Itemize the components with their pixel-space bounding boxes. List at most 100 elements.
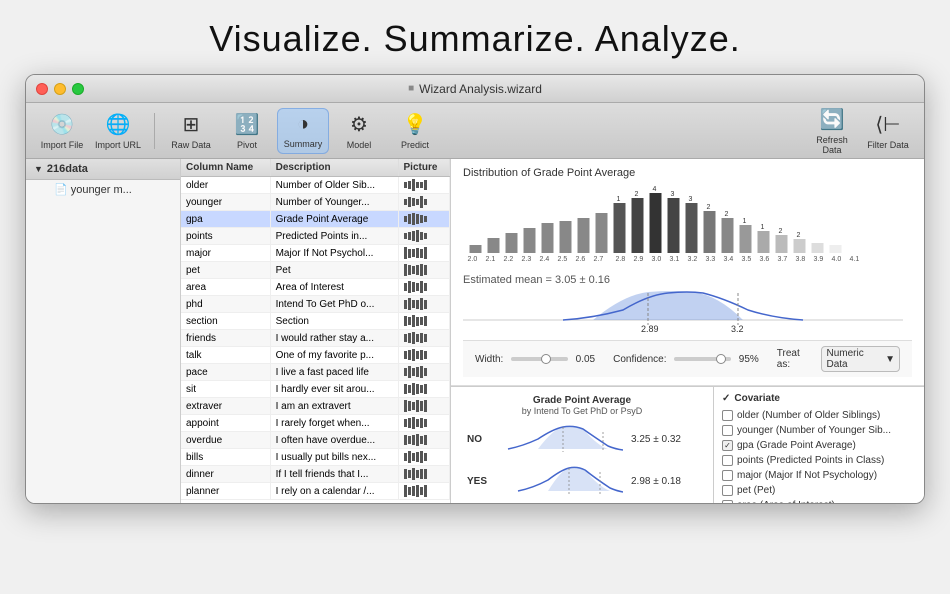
minimize-button[interactable] (54, 83, 66, 95)
sidebar-title[interactable]: 216data (47, 163, 88, 175)
table-row[interactable]: phdIntend To Get PhD o... (181, 296, 450, 313)
width-value: 0.05 (576, 354, 595, 365)
col-desc-cell: Predicted Points in... (270, 228, 398, 245)
table-row[interactable]: sectionSection (181, 313, 450, 330)
table-row[interactable]: talkOne of my favorite p... (181, 347, 450, 364)
window-title: ■ Wizard Analysis.wizard (408, 82, 542, 96)
refresh-button[interactable]: 🔄 Refresh Data (806, 108, 858, 154)
headline: Visualize. Summarize. Analyze. (0, 0, 950, 74)
predict-button[interactable]: 💡 Predict (389, 108, 441, 154)
covariate-item[interactable]: younger (Number of Younger Sib... (722, 423, 916, 438)
import-url-button[interactable]: 🌐 Import URL (92, 108, 144, 154)
raw-data-button[interactable]: ⊞ Raw Data (165, 108, 217, 154)
col-desc-cell: One of my favorite p... (270, 347, 398, 364)
disk-icon: 💿 (50, 112, 75, 137)
group-chart-subtitle: by Intend To Get PhD or PsyD (459, 406, 705, 416)
svg-text:3.7: 3.7 (778, 256, 788, 263)
summary-icon: ◑ (297, 113, 309, 136)
covariate-checkbox[interactable] (722, 485, 733, 496)
sidebar: ▼ 216data 📄 younger m... (26, 159, 181, 503)
col-picture-cell (398, 432, 449, 449)
covariate-checkbox[interactable] (722, 500, 733, 503)
sidebar-header: ▼ 216data (26, 159, 180, 180)
group-row-no: NO 3.25 ± 0.32 (467, 424, 697, 454)
svg-text:3.2: 3.2 (731, 324, 744, 334)
table-row[interactable]: billsI usually put bills nex... (181, 449, 450, 466)
col-desc-cell: I often have overdue... (270, 432, 398, 449)
covariate-checkbox[interactable] (722, 470, 733, 481)
model-icon: ⚙ (350, 112, 368, 137)
col-picture-cell (398, 262, 449, 279)
col-picture-cell (398, 330, 449, 347)
covariate-item[interactable]: area (Area of Interest) (722, 498, 916, 503)
covariate-item[interactable]: older (Number of Older Siblings) (722, 408, 916, 423)
table-row[interactable]: dinnerIf I tell friends that I... (181, 466, 450, 483)
group-chart-area: Grade Point Average by Intend To Get PhD… (451, 387, 714, 503)
svg-text:2.0: 2.0 (468, 256, 478, 263)
svg-text:3.3: 3.3 (706, 256, 716, 263)
table-row[interactable]: extraverI am an extravert (181, 398, 450, 415)
import-file-label: Import File (41, 140, 84, 150)
covariate-checkbox[interactable] (722, 425, 733, 436)
col-picture-cell (398, 381, 449, 398)
col-name-cell: pace (181, 364, 270, 381)
covariate-checkbox[interactable] (722, 440, 733, 451)
covariate-list: older (Number of Older Siblings)younger … (722, 408, 916, 503)
table-row[interactable]: appointI rarely forget when... (181, 415, 450, 432)
table-row[interactable]: gpaGrade Point Average (181, 211, 450, 228)
table-row[interactable]: areaArea of Interest (181, 279, 450, 296)
width-slider[interactable] (511, 357, 567, 361)
import-file-button[interactable]: 💿 Import File (36, 108, 88, 154)
treat-select[interactable]: Numeric Data ▼ (821, 346, 900, 372)
table-row[interactable]: pointsPredicted Points in... (181, 228, 450, 245)
svg-text:2.2: 2.2 (504, 256, 514, 263)
col-picture-cell (398, 177, 449, 194)
model-button[interactable]: ⚙ Model (333, 108, 385, 154)
table-row[interactable]: sitI hardly ever sit arou... (181, 381, 450, 398)
table-row[interactable]: friendsI would rather stay a... (181, 330, 450, 347)
col-picture-cell (398, 483, 449, 500)
summary-button[interactable]: ◑ Summary (277, 108, 329, 154)
svg-text:2: 2 (635, 191, 639, 198)
covariate-item[interactable]: major (Major If Not Psychology) (722, 468, 916, 483)
col-desc-cell: I rely on a calendar /... (270, 483, 398, 500)
col-picture-cell (398, 449, 449, 466)
svg-text:3.1: 3.1 (670, 256, 680, 263)
no-curve-svg (503, 424, 623, 454)
pivot-button[interactable]: 🔢 Pivot (221, 108, 273, 154)
confidence-slider[interactable] (674, 357, 730, 361)
table-row[interactable]: petPet (181, 262, 450, 279)
table-row[interactable]: overdueI often have overdue... (181, 432, 450, 449)
covariate-item[interactable]: gpa (Grade Point Average) (722, 438, 916, 453)
sidebar-sub-item[interactable]: 📄 younger m... (26, 180, 180, 199)
dropdown-arrow-icon: ▼ (885, 354, 895, 365)
sidebar-arrow: ▼ (34, 164, 43, 174)
covariate-item[interactable]: pet (Pet) (722, 483, 916, 498)
covariate-label: area (Area of Interest) (737, 500, 835, 503)
covariate-checkbox[interactable] (722, 410, 733, 421)
predict-icon: 💡 (403, 112, 428, 137)
svg-text:3.2: 3.2 (688, 256, 698, 263)
svg-text:3.6: 3.6 (760, 256, 770, 263)
svg-text:1: 1 (617, 196, 621, 203)
close-button[interactable] (36, 83, 48, 95)
col-picture-cell (398, 211, 449, 228)
raw-data-label: Raw Data (171, 140, 211, 150)
covariate-checkbox[interactable] (722, 455, 733, 466)
table-row[interactable]: paceI live a fast paced life (181, 364, 450, 381)
col-desc-cell: Pet (270, 262, 398, 279)
svg-text:2.6: 2.6 (576, 256, 586, 263)
filter-button[interactable]: ⟨⊢ Filter Data (862, 108, 914, 154)
col-desc-header: Description (270, 159, 398, 177)
table-row[interactable]: majorMajor If Not Psychol... (181, 245, 450, 262)
doc-icon: ■ (408, 83, 414, 94)
table-row[interactable]: olderNumber of Older Sib... (181, 177, 450, 194)
predict-label: Predict (401, 140, 429, 150)
table-row[interactable]: youngerNumber of Younger... (181, 194, 450, 211)
table-row[interactable]: plannerI rely on a calendar /... (181, 483, 450, 500)
svg-text:1: 1 (761, 224, 765, 231)
covariate-panel: ✓ Covariate older (Number of Older Sibli… (714, 387, 924, 503)
covariate-header: ✓ Covariate (722, 393, 916, 404)
covariate-item[interactable]: points (Predicted Points in Class) (722, 453, 916, 468)
maximize-button[interactable] (72, 83, 84, 95)
